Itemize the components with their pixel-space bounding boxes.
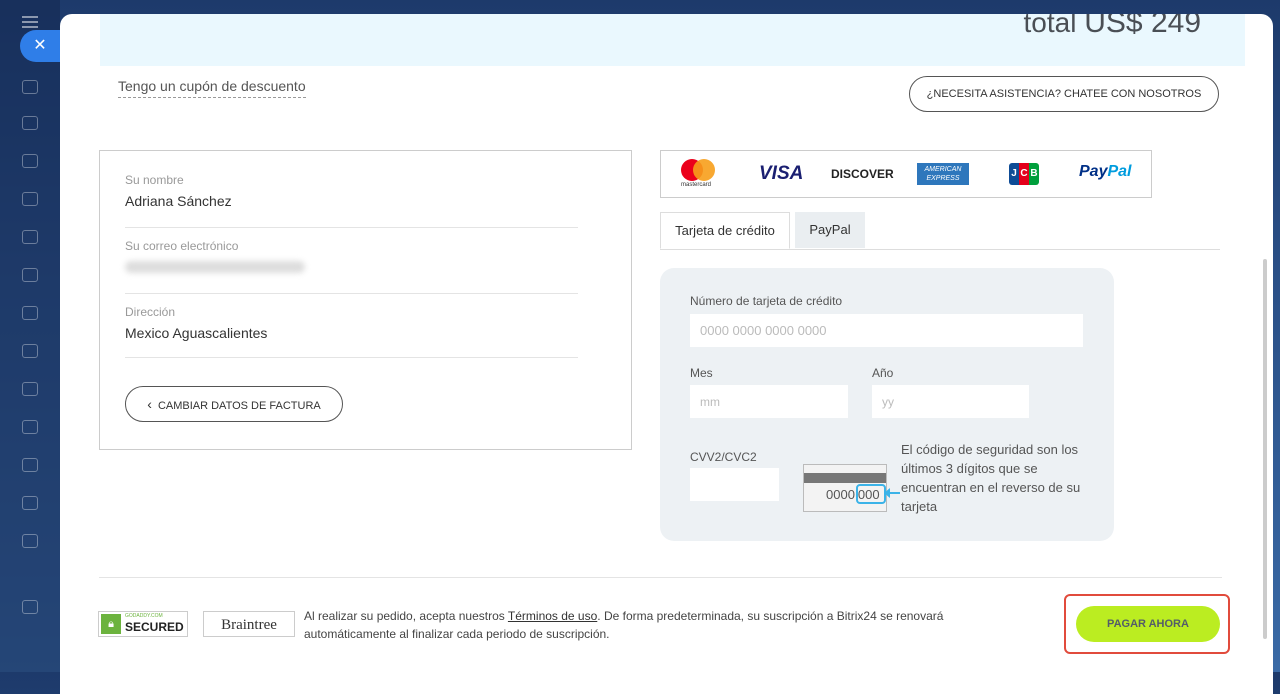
braintree-badge: Braintree: [203, 611, 295, 637]
checklist-icon[interactable]: [22, 382, 38, 396]
email-label: Su correo electrónico: [125, 239, 239, 253]
card-number-input[interactable]: [690, 314, 1083, 347]
credit-card-form: Número de tarjeta de crédito Mes Año CVV…: [660, 268, 1114, 541]
address-value: Mexico Aguascalientes: [125, 325, 268, 341]
total-amount: US$ 249: [1084, 14, 1201, 39]
change-billing-label: CAMBIAR DATOS DE FACTURA: [157, 400, 321, 412]
cvv-illustration-prefix: 0000: [826, 487, 855, 502]
order-total: total US$ 249: [1024, 14, 1201, 40]
lock-icon: 🔒︎: [101, 614, 121, 634]
terms-notice: Al realizar su pedido, acepta nuestros T…: [304, 607, 1024, 643]
year-input[interactable]: [872, 385, 1029, 418]
cvv-card-illustration: 0000 000: [803, 464, 887, 512]
card-number-label: Número de tarjeta de crédito: [690, 294, 843, 308]
footer-divider: [99, 577, 1222, 578]
month-input[interactable]: [690, 385, 848, 418]
godaddy-secured-badge: 🔒︎ GODADDY.COM SECURED: [98, 611, 188, 637]
address-field: Dirección Mexico Aguascalientes: [125, 305, 578, 358]
pay-now-button[interactable]: PAGAR AHORA: [1076, 606, 1220, 642]
mastercard-logo: mastercard: [681, 159, 717, 189]
close-slider-button[interactable]: ✕: [20, 30, 64, 62]
name-label: Su nombre: [125, 173, 184, 187]
settings-icon[interactable]: [22, 600, 38, 614]
terms-of-use-link[interactable]: Términos de uso: [508, 609, 597, 623]
year-label: Año: [872, 366, 894, 380]
marketing-icon[interactable]: [22, 496, 38, 510]
jcb-letter-c: C: [1019, 163, 1029, 185]
cvv-help-text: El código de seguridad son los últimos 3…: [901, 442, 1081, 514]
paypal-logo-pay: Pay: [1079, 163, 1108, 180]
change-billing-button[interactable]: ‹ CAMBIAR DATOS DE FACTURA: [125, 386, 343, 422]
terms-text-before: Al realizar su pedido, acepta nuestros: [304, 609, 508, 623]
accepted-cards: mastercard VISA DISCOVER AMERICAN EXPRES…: [660, 150, 1152, 198]
funnel-icon[interactable]: [22, 420, 38, 434]
visa-logo: VISA: [759, 163, 804, 184]
cart-icon[interactable]: [22, 534, 38, 548]
activity-icon[interactable]: [22, 80, 38, 94]
mail-icon[interactable]: [22, 306, 38, 320]
drive-icon[interactable]: [22, 268, 38, 282]
billing-details-card: Su nombre Adriana Sánchez Su correo elec…: [99, 150, 632, 450]
chat-support-button[interactable]: ¿NECESITA ASISTENCIA? CHATEE CON NOSOTRO…: [909, 76, 1219, 112]
close-icon: ✕: [33, 37, 47, 54]
address-label: Dirección: [125, 305, 176, 319]
contacts-icon[interactable]: [22, 344, 38, 358]
cvv-highlight: [856, 484, 886, 504]
paypal-logo-pal: Pal: [1107, 163, 1132, 180]
chevron-left-icon: ‹: [147, 396, 152, 412]
email-value-redacted: [125, 261, 305, 273]
jcb-letter-j: J: [1009, 163, 1019, 185]
discover-logo: DISCOVER: [831, 167, 894, 181]
name-value: Adriana Sánchez: [125, 193, 232, 209]
coupon-link[interactable]: Tengo un cupón de descuento: [118, 78, 306, 98]
tasks-icon[interactable]: [22, 154, 38, 168]
magnetic-strip: [804, 473, 886, 483]
tab-paypal[interactable]: PayPal: [795, 212, 865, 248]
total-bar: total US$ 249: [100, 14, 1245, 66]
email-field: Su correo electrónico: [125, 239, 578, 294]
total-prefix: total: [1023, 14, 1077, 38]
calendar-icon[interactable]: [22, 192, 38, 206]
payment-method-tabs: Tarjeta de crédito PayPal: [660, 212, 1220, 250]
arrow-left-icon: [884, 488, 900, 498]
secured-label: SECURED: [125, 620, 184, 634]
menu-icon[interactable]: [22, 16, 38, 28]
checkout-panel: total US$ 249 Tengo un cupón de descuent…: [60, 14, 1273, 694]
cvv-input[interactable]: [690, 468, 779, 501]
jcb-logo: J C B: [1009, 163, 1039, 185]
name-field: Su nombre Adriana Sánchez: [125, 173, 578, 228]
documents-icon[interactable]: [22, 230, 38, 244]
paypal-logo: PayPal: [1079, 163, 1131, 181]
jcb-letter-b: B: [1029, 163, 1039, 185]
cvv-label: CVV2/CVC2: [690, 450, 757, 464]
amex-logo: AMERICAN EXPRESS: [917, 163, 969, 185]
app-sidebar: [0, 0, 60, 672]
month-label: Mes: [690, 366, 713, 380]
booking-icon[interactable]: [22, 458, 38, 472]
chat-icon[interactable]: [22, 116, 38, 130]
scrollbar[interactable]: [1263, 259, 1267, 639]
tab-credit-card[interactable]: Tarjeta de crédito: [660, 212, 790, 249]
mastercard-text: mastercard: [681, 182, 712, 188]
godaddy-label: GODADDY.COM: [125, 613, 163, 619]
